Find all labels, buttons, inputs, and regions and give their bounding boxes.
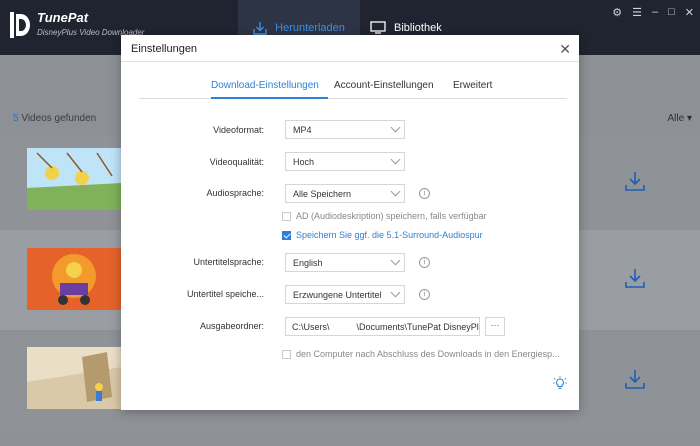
energy-checkbox-label: den Computer nach Abschluss des Download… xyxy=(296,349,560,359)
browse-folder-button[interactable]: ··· xyxy=(485,317,505,336)
download-icon[interactable] xyxy=(624,368,646,390)
maximize-icon[interactable]: □ xyxy=(668,6,675,19)
energy-checkbox[interactable] xyxy=(282,350,291,359)
videos-count-text: Videos gefunden xyxy=(21,113,97,124)
download-icon xyxy=(253,21,267,35)
videoformat-value: MP4 xyxy=(293,125,312,135)
ausgabeordner-label: Ausgabeordner: xyxy=(199,321,264,331)
surround-checkbox-label: Speichern Sie ggf. die 5.1-Surround-Audi… xyxy=(296,230,483,240)
dialog-title: Einstellungen xyxy=(131,43,198,55)
monitor-icon xyxy=(370,21,386,34)
app-name: TunePat xyxy=(37,10,89,25)
filter-label: Alle xyxy=(667,113,685,124)
info-icon[interactable]: i xyxy=(419,257,430,268)
video-thumbnail xyxy=(27,248,122,310)
tab-download-einstellungen[interactable]: Download-Einstellungen xyxy=(211,80,319,91)
tab-herunterladen-label: Herunterladen xyxy=(275,21,345,34)
videoqualitaet-value: Hoch xyxy=(293,157,315,167)
videoformat-select[interactable]: MP4 xyxy=(285,120,405,139)
settings-tabs: Download-Einstellungen Account-Einstellu… xyxy=(139,80,567,99)
audiosprache-label: Audiosprache: xyxy=(206,188,264,198)
info-icon[interactable]: i xyxy=(419,188,430,199)
untertitel-speichern-label: Untertitel speiche... xyxy=(186,289,264,299)
untertitelsprache-select[interactable]: English xyxy=(285,253,405,272)
surround-checkbox[interactable] xyxy=(282,231,291,240)
untertitel-speichern-select[interactable]: Erzwungene Untertitel xyxy=(285,285,405,304)
ad-checkbox-label: AD (Audiodeskription) speichern, falls v… xyxy=(296,211,487,221)
filter-dropdown[interactable]: Alle ▾ xyxy=(668,113,693,124)
tab-erweitert[interactable]: Erweitert xyxy=(453,80,492,91)
chevron-down-icon xyxy=(390,122,401,133)
ausgabeordner-input[interactable]: C:\Users\ \Documents\TunePat DisneyPlus xyxy=(285,317,480,336)
videos-found-count: 5 Videos gefunden xyxy=(13,113,96,124)
videoqualitaet-select[interactable]: Hoch xyxy=(285,152,405,171)
minimize-icon[interactable]: – xyxy=(652,6,658,19)
divider xyxy=(121,61,579,62)
audiosprache-value: Alle Speichern xyxy=(293,189,352,199)
chevron-down-icon xyxy=(390,287,401,298)
video-thumbnail xyxy=(27,148,122,210)
ad-checkbox[interactable] xyxy=(282,212,291,221)
download-icon[interactable] xyxy=(624,267,646,289)
window-close-icon[interactable]: ✕ xyxy=(685,6,694,19)
lightbulb-icon[interactable] xyxy=(553,376,567,390)
settings-dialog: Einstellungen ✕ Download-Einstellungen A… xyxy=(121,35,579,410)
videoformat-label: Videoformat: xyxy=(213,125,264,135)
info-icon[interactable]: i xyxy=(419,289,430,300)
settings-gear-icon[interactable]: ⚙ xyxy=(612,6,622,19)
chevron-down-icon xyxy=(390,154,401,165)
videoqualitaet-label: Videoqualität: xyxy=(209,157,264,167)
window-controls: ⚙ ☰ – □ ✕ xyxy=(612,6,694,19)
download-icon[interactable] xyxy=(624,170,646,192)
tab-bibliothek-label: Bibliothek xyxy=(394,21,442,34)
tab-account-einstellungen[interactable]: Account-Einstellungen xyxy=(334,80,434,91)
videos-count-number: 5 xyxy=(13,113,19,124)
untertitel-speichern-value: Erzwungene Untertitel xyxy=(293,290,382,300)
chevron-down-icon xyxy=(390,255,401,266)
audiosprache-select[interactable]: Alle Speichern xyxy=(285,184,405,203)
active-tab-underline xyxy=(211,97,328,99)
untertitelsprache-label: Untertitelsprache: xyxy=(193,257,264,267)
chevron-down-icon xyxy=(390,186,401,197)
close-icon[interactable]: ✕ xyxy=(559,41,571,58)
video-thumbnail xyxy=(27,347,122,409)
menu-icon[interactable]: ☰ xyxy=(632,6,642,19)
tunepat-logo-icon xyxy=(10,12,30,38)
untertitelsprache-value: English xyxy=(293,258,323,268)
